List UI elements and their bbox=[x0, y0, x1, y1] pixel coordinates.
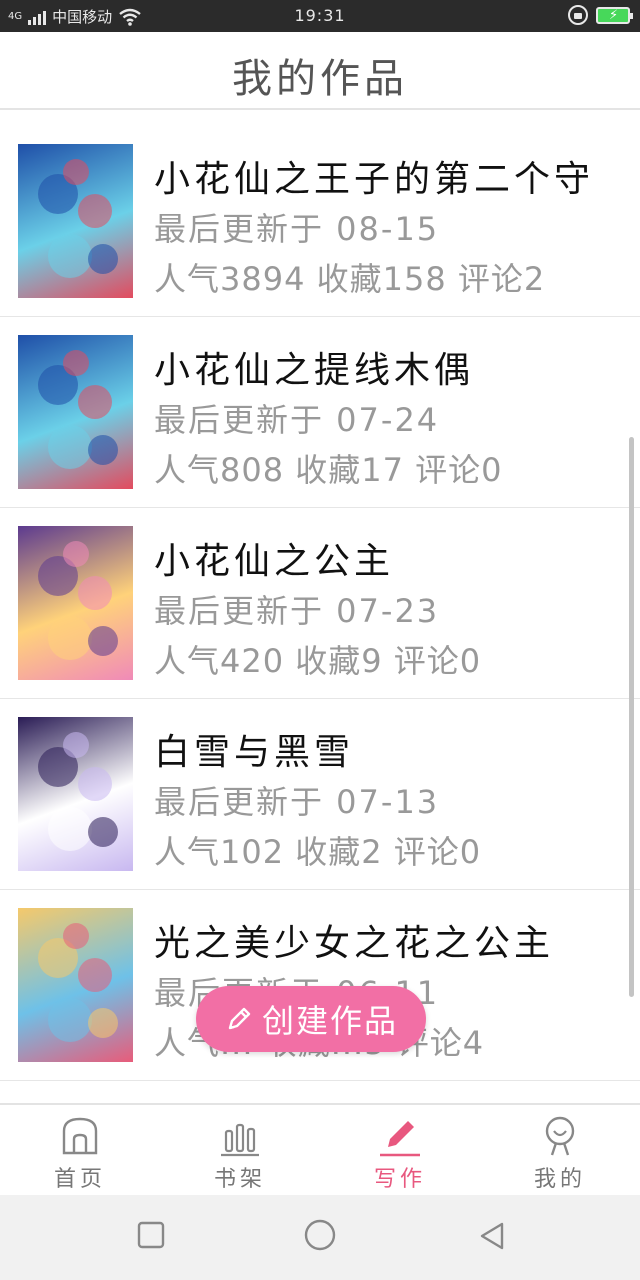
tab-write-label: 写作 bbox=[373, 1167, 426, 1192]
rotation-lock-icon bbox=[568, 5, 588, 25]
list-item[interactable]: 小花仙之公主 最后更新于 07-23 人气420 收藏9 评论0 bbox=[0, 508, 640, 699]
status-right: ⚡ bbox=[568, 5, 633, 25]
cover-decoration bbox=[88, 626, 118, 656]
create-work-button[interactable]: 创建作品 bbox=[196, 986, 426, 1052]
tab-bookshelf[interactable]: 书架 bbox=[160, 1105, 320, 1197]
list-item[interactable]: 小花仙之提线木偶 最后更新于 07-24 人气808 收藏17 评论0 bbox=[0, 317, 640, 508]
cover-decoration bbox=[48, 807, 92, 851]
cover-decoration bbox=[78, 958, 112, 992]
cover-decoration bbox=[63, 541, 89, 567]
cover-decoration bbox=[78, 767, 112, 801]
work-stats: 人气102 收藏2 评论0 bbox=[154, 833, 482, 871]
cover-image bbox=[18, 335, 133, 489]
tab-home[interactable]: 首页 bbox=[0, 1105, 160, 1197]
profile-icon bbox=[545, 1116, 575, 1156]
work-title: 光之美少女之花之公主 bbox=[154, 923, 555, 964]
list-item[interactable]: 白雪与黑雪 最后更新于 07-13 人气102 收藏2 评论0 bbox=[0, 699, 640, 890]
work-updated: 最后更新于 07-24 bbox=[154, 401, 440, 439]
app-header: 我的作品 bbox=[0, 32, 640, 110]
tab-profile[interactable]: 我的 bbox=[480, 1105, 640, 1197]
cover-decoration bbox=[78, 576, 112, 610]
work-stats: 人气420 收藏9 评论0 bbox=[154, 642, 482, 680]
cover-decoration bbox=[88, 435, 118, 465]
create-work-label: 创建作品 bbox=[261, 1002, 398, 1040]
cover-decoration bbox=[88, 1008, 118, 1038]
work-title: 小花仙之提线木偶 bbox=[154, 350, 475, 391]
work-updated: 最后更新于 07-23 bbox=[154, 592, 440, 630]
cover-decoration bbox=[63, 923, 89, 949]
work-updated: 最后更新于 07-13 bbox=[154, 783, 440, 821]
cover-decoration bbox=[63, 350, 89, 376]
cover-decoration bbox=[88, 244, 118, 274]
tab-write[interactable]: 写作 bbox=[320, 1105, 480, 1197]
cover-decoration bbox=[48, 998, 92, 1042]
work-stats: 人气808 收藏17 评论0 bbox=[154, 451, 503, 489]
cover-image bbox=[18, 908, 133, 1062]
cover-decoration bbox=[48, 616, 92, 660]
cover-decoration bbox=[48, 425, 92, 469]
tab-home-label: 首页 bbox=[53, 1167, 106, 1192]
list-item[interactable]: 小花仙之王子的第二个守 最后更新于 08-15 人气3894 收藏158 评论2 bbox=[0, 126, 640, 317]
work-title: 白雪与黑雪 bbox=[154, 732, 355, 773]
bookshelf-icon bbox=[221, 1123, 259, 1157]
pencil-icon bbox=[228, 1007, 251, 1030]
work-stats: 人气3894 收藏158 评论2 bbox=[154, 260, 546, 298]
home-button-icon[interactable] bbox=[304, 1219, 336, 1251]
tab-bookshelf-label: 书架 bbox=[213, 1167, 266, 1192]
work-updated: 最后更新于 08-15 bbox=[154, 210, 440, 248]
cover-decoration bbox=[63, 159, 89, 185]
battery-icon: ⚡ bbox=[596, 6, 633, 24]
cover-image bbox=[18, 526, 133, 680]
back-icon[interactable] bbox=[478, 1221, 506, 1251]
works-list: 小花仙之王子的第二个守 最后更新于 08-15 人气3894 收藏158 评论2… bbox=[0, 126, 640, 1081]
system-nav-bar bbox=[0, 1195, 640, 1280]
cover-decoration bbox=[48, 234, 92, 278]
cover-decoration bbox=[88, 817, 118, 847]
cover-decoration bbox=[63, 732, 89, 758]
cover-decoration bbox=[78, 194, 112, 228]
scrollbar[interactable] bbox=[629, 437, 634, 997]
clock: 19:31 bbox=[294, 6, 346, 25]
page-title: 我的作品 bbox=[232, 56, 408, 102]
cover-image bbox=[18, 717, 133, 871]
work-title: 小花仙之王子的第二个守 bbox=[154, 159, 595, 200]
home-icon bbox=[62, 1117, 98, 1155]
tab-profile-label: 我的 bbox=[533, 1167, 586, 1192]
status-bar: 4G 中国移动 19:31 ⚡ bbox=[0, 0, 640, 32]
cover-image bbox=[18, 144, 133, 298]
recent-apps-icon[interactable] bbox=[137, 1221, 165, 1249]
pencil-icon bbox=[380, 1121, 420, 1157]
bottom-nav: 首页 书架 写作 我的 bbox=[0, 1103, 640, 1197]
work-title: 小花仙之公主 bbox=[154, 541, 395, 582]
cover-decoration bbox=[78, 385, 112, 419]
